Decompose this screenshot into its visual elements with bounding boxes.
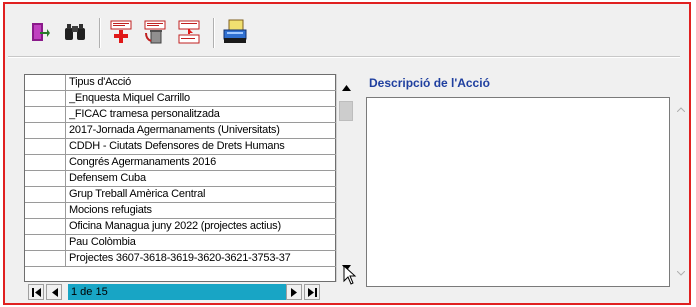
row-selector[interactable]	[25, 235, 66, 250]
table-cell[interactable]: Grup Treball Amèrica Central	[69, 187, 334, 202]
binoculars-search-icon[interactable]	[59, 16, 91, 48]
table-row[interactable]: Pau Colòmbia	[25, 235, 336, 251]
table-row[interactable]: Projectes 3607-3618-3619-3620-3621-3753-…	[25, 251, 336, 267]
table-cell[interactable]: _Enquesta Miquel Carrillo	[69, 91, 334, 106]
toolbar-divider	[8, 56, 680, 58]
mouse-pointer-icon	[343, 264, 357, 288]
toolbar-separator	[213, 18, 215, 48]
table-row[interactable]: Grup Treball Amèrica Central	[25, 187, 336, 203]
row-selector[interactable]	[25, 219, 66, 234]
row-selector[interactable]	[25, 171, 66, 186]
table-row[interactable]: 2017-Jornada Agermanaments (Universitats…	[25, 123, 336, 139]
row-selector[interactable]	[25, 139, 66, 154]
row-selector[interactable]	[25, 155, 66, 170]
row-selector[interactable]	[25, 107, 66, 122]
description-label: Descripció de l'Acció	[369, 76, 490, 90]
table-cell[interactable]: Mocions refugiats	[69, 203, 334, 218]
row-selector-header	[25, 75, 66, 90]
add-record-icon[interactable]	[105, 16, 137, 48]
last-record-icon[interactable]	[304, 284, 320, 300]
scroll-thumb[interactable]	[339, 101, 353, 121]
table-row[interactable]: _FICAC tramesa personalitzada	[25, 107, 336, 123]
row-selector[interactable]	[25, 203, 66, 218]
row-selector[interactable]	[25, 91, 66, 106]
delete-record-icon[interactable]	[139, 16, 171, 48]
table-cell[interactable]: CDDH - Ciutats Defensores de Drets Human…	[69, 139, 334, 154]
scroll-up-arrow-icon[interactable]	[676, 103, 686, 115]
toolbar	[15, 12, 315, 54]
first-record-icon[interactable]	[28, 284, 44, 300]
table-row[interactable]: Defensem Cuba	[25, 171, 336, 187]
table-row[interactable]: CDDH - Ciutats Defensores de Drets Human…	[25, 139, 336, 155]
record-position-field: 1 de 15	[68, 284, 286, 300]
previous-record-icon[interactable]	[46, 284, 62, 300]
table-row[interactable]: Mocions refugiats	[25, 203, 336, 219]
toolbar-separator	[99, 18, 101, 48]
row-selector[interactable]	[25, 251, 66, 266]
scroll-up-arrow-icon[interactable]	[338, 80, 354, 96]
edit-record-icon[interactable]	[173, 16, 205, 48]
column-header-tipus-accio[interactable]: Tipus d'Acció	[69, 75, 334, 90]
scroll-down-arrow-icon[interactable]	[676, 267, 686, 279]
table-row[interactable]: Congrés Agermanaments 2016	[25, 155, 336, 171]
exit-door-icon[interactable]	[23, 16, 55, 48]
table-cell[interactable]: Projectes 3607-3618-3619-3620-3621-3753-…	[69, 251, 334, 266]
description-textarea[interactable]	[366, 97, 670, 287]
table-cell[interactable]: 2017-Jornada Agermanaments (Universitats…	[69, 123, 334, 138]
row-selector[interactable]	[25, 187, 66, 202]
record-navigator: 1 de 15	[24, 282, 336, 302]
table-cell[interactable]: Pau Colòmbia	[69, 235, 334, 250]
description-scrollbar[interactable]	[672, 97, 690, 287]
table-cell[interactable]: _FICAC tramesa personalitzada	[69, 107, 334, 122]
row-selector[interactable]	[25, 123, 66, 138]
table-cell[interactable]: Defensem Cuba	[69, 171, 334, 186]
actions-grid[interactable]: Tipus d'Acció _Enquesta Miquel Carrillo …	[24, 74, 336, 282]
table-row[interactable]: _Enquesta Miquel Carrillo	[25, 91, 336, 107]
print-report-icon[interactable]	[219, 16, 251, 48]
next-record-icon[interactable]	[286, 284, 302, 300]
grid-header-row: Tipus d'Acció	[25, 75, 336, 91]
table-cell[interactable]: Oficina Managua juny 2022 (projectes act…	[69, 219, 334, 234]
table-row[interactable]: Oficina Managua juny 2022 (projectes act…	[25, 219, 336, 235]
table-cell[interactable]: Congrés Agermanaments 2016	[69, 155, 334, 170]
grid-vertical-scrollbar[interactable]	[336, 74, 355, 282]
